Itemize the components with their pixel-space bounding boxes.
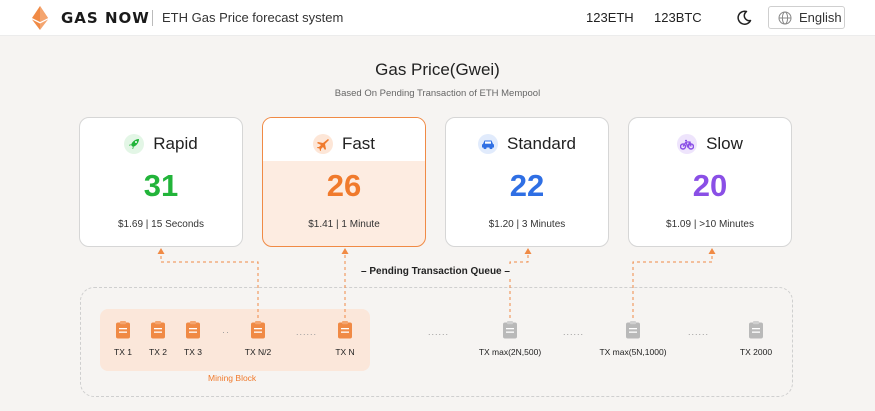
cost-time-info: $1.09 | >10 Minutes bbox=[666, 219, 754, 230]
cost-time-info: $1.69 | 15 Seconds bbox=[118, 219, 204, 230]
tx-label: TX max(2N,500) bbox=[478, 347, 542, 357]
transaction-doc-icon bbox=[503, 321, 517, 339]
header-tagline: ETH Gas Price forecast system bbox=[162, 10, 344, 25]
cost-time-info: $1.41 | 1 Minute bbox=[308, 219, 380, 230]
gasnow-logo-icon[interactable] bbox=[32, 6, 48, 30]
fast-card[interactable]: Fast 26 $1.41 | 1 Minute bbox=[262, 117, 426, 247]
tx-item[interactable]: TX 3 bbox=[163, 321, 223, 357]
tx-item[interactable]: TX max(2N,500) bbox=[472, 321, 548, 357]
standard-card[interactable]: Standard 22 $1.20 | 3 Minutes bbox=[445, 117, 609, 247]
gas-price-value: 31 bbox=[143, 168, 179, 203]
cost-time-info: $1.20 | 3 Minutes bbox=[488, 219, 566, 230]
card-header: Fast bbox=[263, 133, 425, 155]
page-title: Gas Price(Gwei) bbox=[375, 60, 500, 79]
car-icon bbox=[478, 134, 498, 154]
transaction-doc-icon bbox=[626, 321, 640, 339]
tx-item[interactable]: TX 2000 bbox=[726, 321, 786, 357]
card-header: Rapid bbox=[80, 133, 242, 155]
brand-name[interactable]: GAS NOW bbox=[61, 9, 150, 27]
mining-block-label: Mining Block bbox=[208, 373, 257, 383]
tx-label: TX 3 bbox=[184, 347, 202, 357]
eth-price: 123ETH bbox=[586, 10, 634, 25]
tx-item[interactable]: TX max(5N,1000) bbox=[591, 321, 675, 357]
card-label: Rapid bbox=[153, 134, 198, 153]
language-selector[interactable]: English bbox=[768, 6, 845, 29]
transaction-doc-icon bbox=[338, 321, 352, 339]
transaction-doc-icon bbox=[749, 321, 763, 339]
pending-queue-title: – Pending Transaction Queue – bbox=[358, 266, 513, 277]
dark-mode-moon-icon[interactable] bbox=[736, 10, 752, 26]
transaction-doc-icon bbox=[186, 321, 200, 339]
separator-dots: ...... bbox=[688, 327, 710, 337]
card-label: Standard bbox=[507, 134, 576, 153]
bicycle-icon bbox=[677, 134, 698, 154]
separator-dots: ...... bbox=[563, 327, 585, 337]
transaction-doc-icon bbox=[251, 321, 265, 339]
separator-dots: ...... bbox=[428, 327, 450, 337]
card-label: Slow bbox=[706, 134, 743, 153]
language-label: English bbox=[799, 10, 842, 25]
separator-dots: ...... bbox=[296, 327, 318, 337]
rocket-icon bbox=[124, 134, 145, 154]
rapid-card[interactable]: Rapid 31 $1.69 | 15 Seconds bbox=[79, 117, 243, 247]
header-divider bbox=[152, 10, 153, 26]
top-header: GAS NOW ETH Gas Price forecast system 12… bbox=[0, 0, 875, 36]
queue-label-text: Pending Transaction Queue bbox=[369, 266, 502, 277]
airplane-icon bbox=[312, 134, 333, 154]
queue-label-dash: – bbox=[501, 266, 510, 277]
gas-price-value: 20 bbox=[692, 168, 728, 203]
gas-price-value: 26 bbox=[326, 168, 362, 203]
tx-label: TX N/2 bbox=[244, 347, 272, 357]
tx-label: TX 2000 bbox=[739, 347, 773, 357]
card-header: Standard bbox=[446, 133, 608, 155]
tx-label: TX max(5N,1000) bbox=[599, 347, 667, 357]
btc-price: 123BTC bbox=[654, 10, 702, 25]
tx-item[interactable]: TX N bbox=[315, 321, 375, 357]
page-subtitle: Based On Pending Transaction of ETH Memp… bbox=[334, 88, 541, 99]
gas-price-value: 22 bbox=[509, 168, 545, 203]
card-header: Slow bbox=[629, 133, 791, 155]
tx-label: TX N bbox=[335, 347, 355, 357]
tx-item[interactable]: TX N/2 bbox=[228, 321, 288, 357]
card-label: Fast bbox=[341, 134, 376, 153]
slow-card[interactable]: Slow 20 $1.09 | >10 Minutes bbox=[628, 117, 792, 247]
globe-icon bbox=[778, 11, 792, 24]
